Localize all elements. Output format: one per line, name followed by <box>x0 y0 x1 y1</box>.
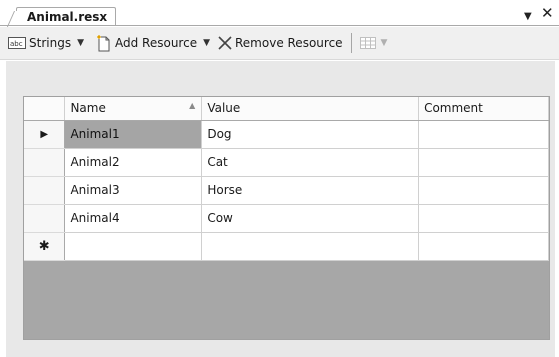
add-resource-icon <box>96 34 112 52</box>
table-row[interactable]: Animal4 Cow <box>24 204 549 233</box>
window-list-dropdown-icon[interactable]: ▼ <box>524 10 532 24</box>
comment-cell[interactable] <box>418 148 549 177</box>
row-header[interactable] <box>24 204 66 233</box>
strings-label: Strings <box>29 36 72 50</box>
column-header-comment[interactable]: Comment <box>418 97 549 121</box>
close-icon[interactable]: ✕ <box>541 6 554 21</box>
table-row[interactable]: Animal3 Horse <box>24 176 549 205</box>
column-header-name-label: Name <box>70 101 106 116</box>
comment-cell[interactable] <box>418 232 549 261</box>
table-row[interactable]: Animal2 Cat <box>24 148 549 177</box>
strings-dropdown-button[interactable]: abc Strings ▼ <box>5 32 87 54</box>
add-resource-button[interactable]: Add Resource ▼ <box>93 32 213 54</box>
column-header-value[interactable]: Value <box>201 97 420 121</box>
sort-ascending-icon: ▲ <box>189 101 196 111</box>
strings-icon: abc <box>8 37 26 49</box>
toolbar-separator <box>350 33 352 53</box>
comment-cell[interactable] <box>418 120 549 149</box>
remove-x-icon <box>218 36 232 50</box>
resource-grid: Name ▲ Value Comment ▶ Animal1 Dog Anima… <box>23 96 550 340</box>
tab-title: Animal.resx <box>27 10 108 24</box>
tab-animal-resx[interactable]: Animal.resx <box>16 7 117 26</box>
value-cell[interactable] <box>201 232 420 261</box>
remove-resource-button[interactable]: Remove Resource <box>215 32 346 54</box>
column-header-value-label: Value <box>207 101 241 116</box>
column-header-comment-label: Comment <box>424 101 483 116</box>
column-header-name[interactable]: Name ▲ <box>64 97 203 121</box>
new-row-asterisk-icon[interactable]: ✱ <box>24 232 66 261</box>
name-cell[interactable]: Animal2 <box>64 148 203 177</box>
svg-text:abc: abc <box>10 40 23 48</box>
value-cell[interactable]: Cat <box>201 148 420 177</box>
name-cell[interactable] <box>64 232 203 261</box>
chevron-down-icon: ▼ <box>77 38 84 48</box>
comment-cell[interactable] <box>418 176 549 205</box>
grid-view-icon <box>359 37 376 49</box>
document-tabstrip: Animal.resx ▼ ✕ <box>0 0 559 26</box>
table-row[interactable]: ▶ Animal1 Dog <box>24 120 549 149</box>
new-row[interactable]: ✱ <box>24 232 549 261</box>
comment-cell[interactable] <box>418 204 549 233</box>
add-resource-label: Add Resource <box>115 36 198 50</box>
value-cell[interactable]: Dog <box>201 120 420 149</box>
tab-divider <box>0 25 559 26</box>
resource-toolbar: abc Strings ▼ Add Resource ▼ Remove Reso… <box>0 27 559 60</box>
remove-resource-label: Remove Resource <box>235 36 343 50</box>
grid-corner-header[interactable] <box>24 97 66 121</box>
current-row-indicator-icon[interactable]: ▶ <box>24 120 66 149</box>
chevron-down-icon: ▼ <box>380 38 388 48</box>
chevron-down-icon: ▼ <box>203 38 210 48</box>
value-cell[interactable]: Cow <box>201 204 420 233</box>
name-cell[interactable]: Animal3 <box>64 176 203 205</box>
name-cell[interactable]: Animal4 <box>64 204 203 233</box>
name-cell[interactable]: Animal1 <box>64 120 203 149</box>
views-dropdown-button[interactable]: ▼ <box>357 32 391 54</box>
value-cell[interactable]: Horse <box>201 176 420 205</box>
row-header[interactable] <box>24 148 66 177</box>
row-header[interactable] <box>24 176 66 205</box>
